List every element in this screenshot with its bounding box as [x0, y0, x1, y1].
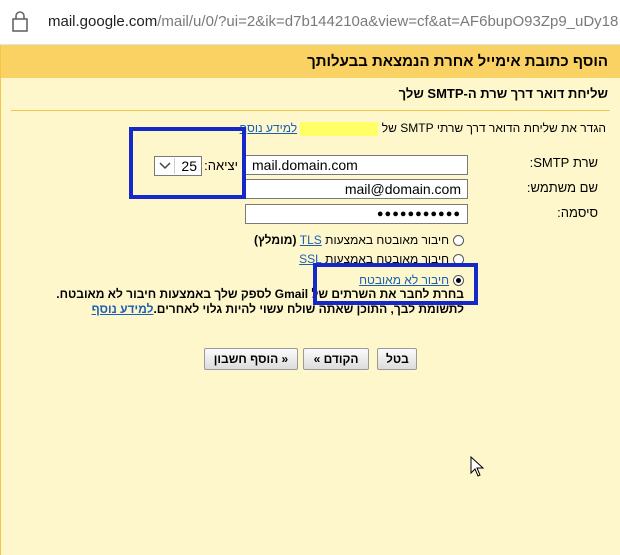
mouse-cursor-icon	[470, 456, 485, 477]
unsecured-link[interactable]: חיבור לא מאובטח	[359, 273, 449, 287]
back-button[interactable]: « הקודם	[303, 348, 369, 370]
option-unsecured[interactable]: חיבור לא מאובטח	[359, 273, 464, 287]
url-path: /mail/u/0/?ui=2&ik=d7b144210a&view=cf&at…	[157, 13, 618, 30]
add-account-button[interactable]: הוסף חשבון »	[204, 348, 298, 370]
smtp-server-label: שרת SMTP:	[529, 155, 598, 170]
dialog-title: הוסף כתובת אימייל אחרת הנמצאת בבעלותך	[307, 53, 608, 70]
warning-learn-more-link[interactable]: למידע נוסף	[92, 302, 154, 316]
option-tls-prefix: חיבור מאובטח באמצעות	[325, 233, 449, 247]
url-text[interactable]: mail.google.com/mail/u/0/?ui=2&ik=d7b144…	[48, 13, 618, 30]
lock-icon	[12, 11, 28, 32]
dialog-title-bar: הוסף כתובת אימייל אחרת הנמצאת בבעלותך	[1, 45, 620, 78]
password-label: סיסמה:	[557, 205, 598, 220]
learn-more-link[interactable]: למידע נוסף	[240, 121, 297, 135]
port-label: יציאה:	[204, 158, 238, 173]
username-input[interactable]	[245, 179, 468, 199]
option-tls-suffix: (מומלץ)	[254, 233, 297, 247]
intro-label: הגדר את שליחת הדואר דרך שרתי SMTP של	[381, 121, 606, 135]
chevron-down-icon	[159, 158, 175, 174]
password-input[interactable]: ●●●●●●●●●●●	[245, 204, 468, 224]
ssl-link[interactable]: SSL	[299, 252, 322, 266]
radio-ssl[interactable]	[453, 254, 464, 266]
radio-tls[interactable]	[453, 235, 464, 247]
port-value: 25	[181, 158, 197, 174]
highlight-mark	[300, 121, 379, 136]
smtp-server-input[interactable]	[245, 155, 468, 175]
section-title: שליחת דואר דרך שרת ה-SMTP שלך	[398, 86, 608, 101]
tls-link[interactable]: TLS	[300, 233, 322, 247]
divider	[11, 110, 610, 111]
cancel-button[interactable]: בטל	[377, 348, 417, 370]
add-email-dialog: הוסף כתובת אימייל אחרת הנמצאת בבעלותך של…	[0, 45, 620, 555]
url-domain: mail.google.com	[48, 13, 158, 30]
intro-text: הגדר את שליחת הדואר דרך שרתי SMTP של למי…	[240, 121, 606, 136]
option-tls[interactable]: חיבור מאובטח באמצעות TLS (מומלץ)	[254, 233, 464, 247]
option-ssl[interactable]: חיבור מאובטח באמצעות SSL	[299, 252, 464, 266]
unsecured-warning: בחרת לחבר את השרתים של Gmail לספק שלך בא…	[44, 287, 464, 317]
username-label: שם משתמש:	[526, 180, 598, 195]
radio-unsecured[interactable]	[453, 275, 464, 287]
address-bar[interactable]: mail.google.com/mail/u/0/?ui=2&ik=d7b144…	[0, 0, 620, 45]
option-ssl-prefix: חיבור מאובטח באמצעות	[325, 252, 449, 266]
port-select[interactable]: 25	[154, 156, 202, 176]
